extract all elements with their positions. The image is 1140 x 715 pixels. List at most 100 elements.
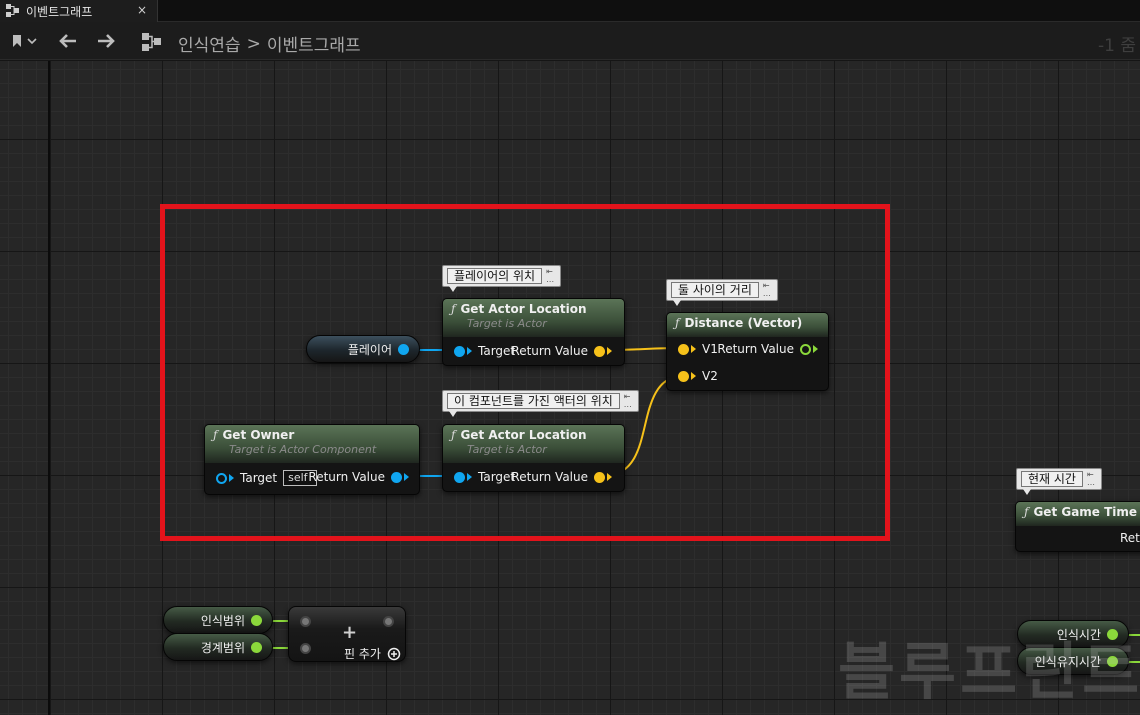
pin-label: Return Value: [511, 470, 588, 484]
make-array-node[interactable]: + 핀 추가: [288, 606, 406, 662]
input-pin[interactable]: [216, 472, 227, 484]
bookmark-dropdown-button[interactable]: [6, 31, 42, 51]
distance-vector-node[interactable]: ƒ Distance (Vector) V1 V2 Return Value: [666, 312, 829, 391]
pin-icon[interactable]: ⇤…: [546, 268, 556, 284]
get-actor-location-node[interactable]: ƒ Get Actor Location Target is Actor Targ…: [442, 298, 625, 366]
close-icon[interactable]: ×: [137, 3, 147, 17]
function-icon: ƒ: [451, 428, 456, 442]
forward-button[interactable]: [94, 30, 118, 52]
breadcrumb-separator: >: [246, 33, 261, 54]
tab-title: 이벤트그래프: [26, 4, 93, 19]
output-pin[interactable]: [594, 345, 605, 357]
return-pin-row[interactable]: Return Value: [511, 470, 612, 484]
arrow-icon: [404, 473, 409, 481]
get-actor-location-node[interactable]: ƒ Get Actor Location Target is Actor Targ…: [442, 424, 625, 492]
input-pin[interactable]: [678, 370, 689, 382]
arrow-icon: [691, 372, 696, 380]
target-pin-row[interactable]: Target: [454, 470, 515, 484]
tab-bar: 이벤트그래프 ×: [0, 0, 1140, 22]
node-title: Get Game Time in S: [1033, 505, 1140, 519]
pin-icon[interactable]: ⇤…: [1087, 471, 1097, 487]
zoom-level: -1 줌: [1098, 36, 1136, 56]
output-pin[interactable]: [251, 614, 262, 626]
graph-icon: [142, 33, 161, 51]
return-pin-row[interactable]: Return Value: [308, 470, 409, 484]
input-pin[interactable]: [454, 345, 465, 357]
pin-label: Return Value: [511, 344, 588, 358]
node-subtitle: Target is Actor Component: [229, 443, 377, 456]
back-button[interactable]: [56, 30, 80, 52]
pin-label: Target: [240, 471, 278, 485]
function-icon: ƒ: [1024, 505, 1029, 519]
blueprint-watermark: 블루프린트: [838, 635, 1140, 708]
output-pin[interactable]: [398, 343, 409, 355]
target-pin-row[interactable]: Target: [454, 344, 515, 358]
breadcrumb-graph[interactable]: 이벤트그래프: [267, 31, 361, 56]
comment-text: 이 컴포넌트를 가진 액터의 위치: [447, 393, 620, 409]
alert-range-variable-node[interactable]: 경계범위: [163, 633, 273, 661]
return-pin-row[interactable]: Return Value: [511, 344, 612, 358]
node-header: ƒ Distance (Vector): [667, 313, 828, 337]
arrow-icon: [691, 345, 696, 353]
input-pin[interactable]: [300, 643, 311, 654]
node-title: Get Actor Location: [460, 428, 587, 442]
player-variable-node[interactable]: 플레이어: [306, 335, 420, 363]
pin-label: V1: [702, 342, 718, 356]
output-pin[interactable]: [391, 471, 402, 483]
perception-range-variable-node[interactable]: 인식범위: [163, 606, 273, 634]
breadcrumb-blueprint[interactable]: 인식연습: [178, 31, 241, 56]
return-pin-row[interactable]: Return Value: [717, 342, 818, 356]
comment-text: 현재 시간: [1021, 471, 1083, 487]
comment-player-location[interactable]: 플레이어의 위치 ⇤…: [442, 265, 562, 292]
chevron-down-icon: [27, 38, 37, 45]
function-icon: ƒ: [675, 316, 680, 330]
node-title: Distance (Vector): [684, 316, 803, 330]
function-icon: ƒ: [213, 428, 218, 442]
comment-current-time[interactable]: 현재 시간 ⇤…: [1016, 468, 1102, 495]
arrow-icon: [607, 347, 612, 355]
node-header: ƒ Get Game Time in S: [1016, 502, 1140, 526]
comment-distance[interactable]: 둘 사이의 거리 ⇤…: [666, 279, 778, 306]
input-pin[interactable]: [454, 471, 465, 483]
pin-label: Retu: [1120, 531, 1140, 545]
arrow-icon: [607, 473, 612, 481]
output-pin[interactable]: [383, 616, 394, 627]
output-pin[interactable]: [594, 471, 605, 483]
function-icon: ƒ: [451, 302, 456, 316]
v1-pin-row[interactable]: V1: [678, 342, 718, 356]
target-pin-row[interactable]: Target self: [216, 470, 318, 486]
comment-owner-location[interactable]: 이 컴포넌트를 가진 액터의 위치 ⇤…: [442, 390, 639, 417]
comment-text: 플레이어의 위치: [447, 268, 543, 284]
add-pin-label: 핀 추가: [344, 647, 381, 661]
pin-label: V2: [702, 369, 718, 383]
pin-label: Return Value: [717, 342, 794, 356]
plus-circle-icon: [387, 647, 401, 660]
pin-icon[interactable]: ⇤…: [624, 393, 634, 409]
node-subtitle: Target is Actor: [467, 317, 547, 330]
pin-label: Target: [478, 470, 516, 484]
node-header: ƒ Get Owner Target is Actor Component: [205, 425, 419, 463]
variable-label: 경계범위: [200, 640, 245, 655]
variable-label: 인식범위: [200, 613, 245, 628]
return-pin-row[interactable]: Retu: [1120, 531, 1140, 545]
node-header: ƒ Get Actor Location Target is Actor: [443, 425, 624, 463]
arrow-left-icon: [59, 34, 76, 48]
v2-pin-row[interactable]: V2: [678, 369, 718, 383]
graph-breadcrumb-icon: [140, 31, 164, 53]
input-pin[interactable]: [300, 616, 311, 627]
input-pin[interactable]: [678, 343, 689, 355]
pin-icon[interactable]: ⇤…: [763, 282, 773, 298]
node-title: Get Owner: [222, 428, 295, 442]
graph-icon: [6, 4, 19, 17]
pin-label: Return Value: [308, 470, 385, 484]
node-header: ƒ Get Actor Location Target is Actor: [443, 299, 624, 337]
output-pin[interactable]: [251, 641, 262, 653]
get-owner-node[interactable]: ƒ Get Owner Target is Actor Component Tar…: [204, 424, 420, 495]
graph-canvas[interactable]: 플레이어의 위치 ⇤… 둘 사이의 거리 ⇤… 이 컴포넌트를 가진 액터의 위…: [0, 61, 1140, 715]
add-pin-button[interactable]: 핀 추가: [344, 645, 401, 662]
arrow-icon: [467, 347, 472, 355]
output-pin[interactable]: [800, 343, 811, 355]
tab-event-graph[interactable]: 이벤트그래프 ×: [0, 0, 158, 22]
get-game-time-node[interactable]: ƒ Get Game Time in S Retu: [1015, 501, 1140, 552]
plus-icon: +: [342, 622, 358, 643]
